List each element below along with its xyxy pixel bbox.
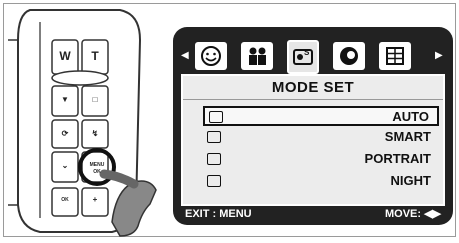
- camera-body-drawing: [8, 9, 157, 237]
- exit-hint: EXIT : MENU: [185, 208, 252, 220]
- zoom-wide-label: W: [59, 49, 71, 63]
- menu-item-label: SMART: [384, 129, 431, 144]
- tab-right-arrow-icon[interactable]: ▶: [435, 50, 443, 61]
- mode-tabs: ◀ S ▶: [181, 40, 447, 74]
- macro-icon: ▼: [61, 95, 69, 104]
- flash-icon: ↯: [91, 129, 99, 138]
- menu-item-portrait[interactable]: PORTRAIT: [203, 150, 439, 170]
- down-icon: ⌄: [61, 161, 69, 170]
- menu-title: MODE SET: [183, 76, 443, 100]
- tab-smiley[interactable]: [195, 42, 227, 70]
- move-hint: MOVE: ◀▶: [384, 208, 441, 220]
- menu-item-night[interactable]: NIGHT: [203, 172, 439, 192]
- menu-item-label: NIGHT: [390, 173, 431, 188]
- timer-icon: ⟳: [61, 129, 69, 138]
- lcd-screen: ◀ S ▶ MODE SET AUTO SMART PORTRAIT NIGHT…: [173, 27, 453, 225]
- night-icon: [207, 175, 221, 187]
- tab-flower[interactable]: [333, 42, 365, 70]
- camera-icon: [209, 111, 223, 123]
- portrait-icon: [207, 153, 221, 165]
- tab-grid[interactable]: [379, 42, 411, 70]
- camera-back: W T ▼ □ ⟳ ↯ ⌄ MENU OK OK +: [0, 0, 175, 243]
- people-icon: [249, 47, 266, 65]
- tab-left-arrow-icon[interactable]: ◀: [181, 50, 189, 61]
- flower-icon: [340, 47, 358, 65]
- svg-text:S: S: [304, 48, 310, 57]
- menu-item-auto[interactable]: AUTO: [203, 106, 439, 126]
- menu-item-label: PORTRAIT: [364, 151, 431, 166]
- display-key-label: OK: [61, 197, 69, 203]
- menu-key-label[interactable]: MENU: [86, 163, 108, 168]
- smart-icon: [207, 131, 221, 143]
- zoom-tele-label: T: [91, 49, 99, 63]
- smiley-icon: [201, 46, 221, 66]
- tab-scene[interactable]: S: [287, 40, 319, 74]
- mode-set-panel: MODE SET AUTO SMART PORTRAIT NIGHT: [181, 74, 445, 206]
- menu-item-label: AUTO: [392, 109, 429, 124]
- menu-item-smart[interactable]: SMART: [203, 128, 439, 148]
- grid-icon: [386, 47, 404, 65]
- scene-icon: S: [293, 48, 313, 65]
- ok-key-icon: +: [92, 195, 98, 204]
- play-icon: □: [92, 95, 98, 104]
- menu-key-sub-label: OK: [93, 169, 101, 175]
- tab-people[interactable]: [241, 42, 273, 70]
